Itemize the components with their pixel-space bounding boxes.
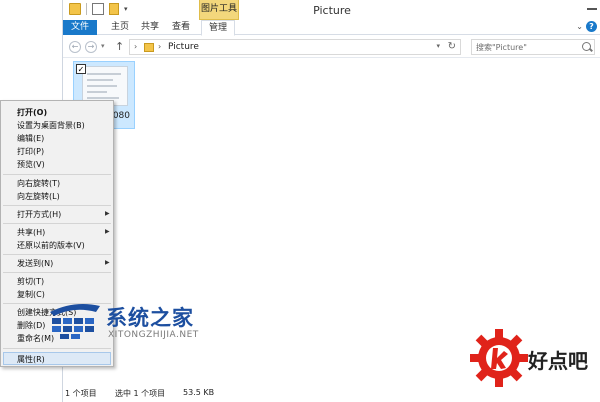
tab-view[interactable]: 查看 bbox=[167, 20, 195, 35]
breadcrumb-chevron-icon[interactable]: › bbox=[134, 42, 137, 51]
expand-ribbon-chevron-icon[interactable]: ⌄ bbox=[576, 22, 583, 31]
submenu-arrow-icon: ▶ bbox=[105, 228, 110, 235]
site-name: 系统之家 bbox=[106, 305, 194, 330]
breadcrumb-chevron-icon[interactable]: › bbox=[158, 42, 161, 51]
site-watermark: 系统之家 XITONGZHIJIA.NET bbox=[46, 298, 218, 348]
tab-home[interactable]: 主页 bbox=[107, 20, 133, 35]
menu-separator bbox=[3, 223, 111, 224]
menu-item-set-desktop-background[interactable]: 设置为桌面背景(B) bbox=[17, 120, 85, 131]
arrow-up-icon[interactable]: ↑ bbox=[115, 40, 124, 53]
tab-share[interactable]: 共享 bbox=[137, 20, 163, 35]
breadcrumb-picture[interactable]: Picture bbox=[168, 42, 199, 52]
address-bar[interactable]: › › Picture ▾ ↻ bbox=[129, 39, 461, 55]
menu-separator bbox=[3, 205, 111, 206]
help-icon[interactable]: ? bbox=[586, 21, 597, 32]
tab-manage[interactable]: 管理 bbox=[201, 20, 235, 36]
menu-item-restore-previous-versions[interactable]: 还原以前的版本(V) bbox=[17, 240, 85, 251]
brand-watermark: 好点吧 bbox=[470, 325, 600, 391]
menu-separator bbox=[3, 348, 111, 349]
gear-icon bbox=[470, 329, 528, 387]
recent-locations-chevron-icon[interactable]: ▾ bbox=[101, 42, 105, 50]
window-title: Picture bbox=[313, 4, 351, 17]
address-history-chevron-icon[interactable]: ▾ bbox=[436, 42, 440, 50]
menu-separator bbox=[3, 174, 111, 175]
menu-item-open-with[interactable]: 打开方式(H) bbox=[17, 209, 61, 220]
submenu-arrow-icon: ▶ bbox=[105, 210, 110, 217]
item-checkbox[interactable]: ✓ bbox=[76, 64, 86, 74]
menu-separator bbox=[3, 272, 111, 273]
menu-item-properties[interactable]: 属性(R) bbox=[17, 354, 45, 365]
menu-item-rotate-right[interactable]: 向右旋转(T) bbox=[17, 178, 60, 189]
menu-item-print[interactable]: 打印(P) bbox=[17, 146, 44, 157]
menu-separator bbox=[3, 254, 111, 255]
arrow-left-icon[interactable]: ← bbox=[69, 41, 81, 53]
menu-item-copy[interactable]: 复制(C) bbox=[17, 289, 45, 300]
menu-item-preview[interactable]: 预览(V) bbox=[17, 159, 45, 170]
selected-count: 选中 1 个项目 bbox=[115, 389, 166, 398]
folder-icon bbox=[144, 43, 154, 52]
arrow-right-icon[interactable]: → bbox=[85, 41, 97, 53]
ribbon-tabs: 文件 主页 共享 查看 管理 ⌄ ? bbox=[63, 20, 600, 36]
search-placeholder[interactable]: 搜索"Picture" bbox=[476, 42, 527, 53]
menu-item-rotate-left[interactable]: 向左旋转(L) bbox=[17, 191, 60, 202]
search-icon[interactable] bbox=[582, 42, 591, 51]
submenu-arrow-icon: ▶ bbox=[105, 259, 110, 266]
menu-item-cut[interactable]: 剪切(T) bbox=[17, 276, 44, 287]
selected-size: 53.5 KB bbox=[183, 388, 215, 397]
title-bar: ▾ 图片工具 Picture bbox=[63, 0, 600, 20]
brand-name: 好点吧 bbox=[528, 349, 588, 373]
search-box[interactable]: 搜索"Picture" bbox=[471, 39, 595, 55]
menu-item-delete[interactable]: 删除(D) bbox=[17, 320, 45, 331]
menu-item-share[interactable]: 共享(H) bbox=[17, 227, 45, 238]
menu-item-edit[interactable]: 编辑(E) bbox=[17, 133, 44, 144]
navigation-bar: ← → ▾ ↑ › › Picture ▾ ↻ 搜索"Picture" bbox=[63, 36, 600, 58]
item-count: 1 个项目 bbox=[65, 389, 97, 398]
menu-item-open[interactable]: 打开(O) bbox=[17, 107, 47, 118]
site-url: XITONGZHIJIA.NET bbox=[108, 330, 199, 340]
tab-file[interactable]: 文件 bbox=[63, 20, 97, 35]
minimize-icon[interactable] bbox=[587, 8, 597, 10]
refresh-icon[interactable]: ↻ bbox=[448, 41, 456, 52]
menu-item-send-to[interactable]: 发送到(N) bbox=[17, 258, 53, 269]
site-logo-icon bbox=[50, 304, 100, 339]
